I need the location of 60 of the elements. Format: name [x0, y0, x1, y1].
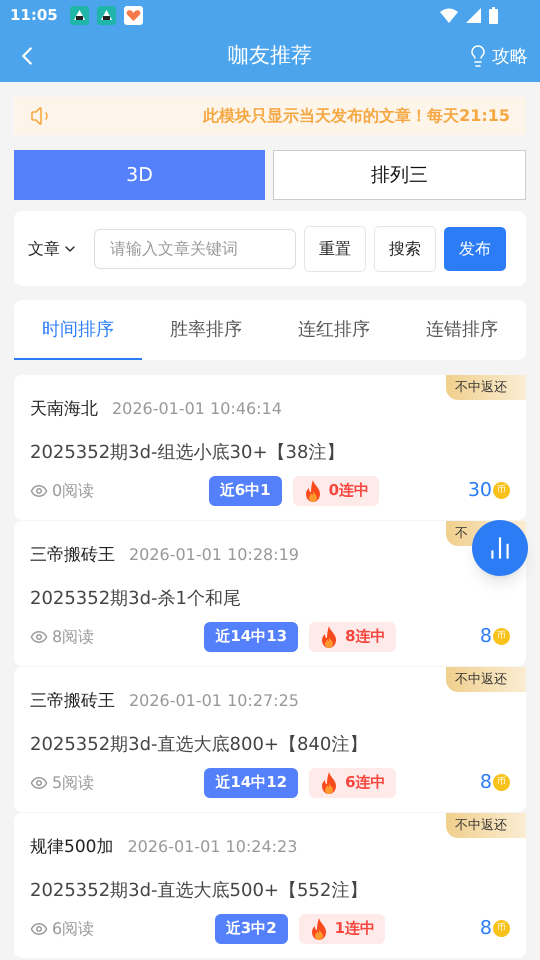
article-title: 2025352期3d-杀1个和尾 — [30, 586, 242, 610]
article-title: 2025352期3d-直选大底800+【840注】 — [30, 732, 368, 756]
app-icon — [124, 6, 143, 24]
clock: 11:05 — [10, 4, 58, 26]
keyword-field[interactable]: 请输入文章关键词 — [94, 228, 296, 268]
app-icon — [96, 6, 116, 24]
author-name: 天南海北 — [30, 398, 98, 421]
game-tab[interactable]: 3D — [14, 150, 265, 200]
article-card[interactable]: 不 三帝搬砖王 2026-01-01 10:28:19 2025352期3d-杀1个和尾 8阅读 近14中13 8连中 8 币 — [14, 521, 526, 666]
post-time: 2026-01-01 10:46:14 — [112, 398, 282, 420]
sort-tab[interactable]: 时间排序 — [14, 300, 142, 360]
article-card[interactable]: 不中返还 三帝搬砖王 2026-01-01 10:27:25 2025352期3d-直选大底800+【840注】 5阅读 近14中12 6连中 8 币 — [14, 667, 526, 812]
record-tag: 近14中12 — [204, 768, 298, 798]
notice-text: 此模块只显示当天发布的文章！每天21:15 — [203, 105, 510, 127]
sort-tab[interactable]: 胜率排序 — [142, 300, 270, 360]
page-title: 咖友推荐 — [228, 42, 312, 70]
coin-icon: 币 — [493, 920, 510, 937]
category-dropdown[interactable]: 文章 — [28, 236, 78, 260]
price: 30 — [468, 478, 492, 504]
author-name: 三帝搬砖王 — [30, 690, 115, 713]
price: 8 — [480, 916, 492, 942]
post-time: 2026-01-01 10:24:23 — [127, 836, 298, 858]
signal-icon — [466, 8, 481, 22]
search-panel-button[interactable]: 重置 — [304, 226, 366, 272]
badge-text: 不中返还 — [455, 378, 507, 397]
record-tag: 近3中2 — [214, 914, 288, 944]
read-count: 8阅读 — [52, 626, 94, 648]
author-name: 规律500加 — [30, 836, 114, 859]
author-name: 三帝搬砖王 — [30, 544, 115, 567]
coin-icon: 币 — [493, 628, 510, 645]
post-time: 2026-01-01 10:27:25 — [129, 690, 299, 712]
sort-tab[interactable]: 连红排序 — [270, 300, 398, 360]
badge-text: 不中返还 — [455, 816, 507, 835]
search-panel-button[interactable]: 发布 — [444, 226, 506, 270]
record-tag: 近14中13 — [204, 622, 298, 652]
read-count: 6阅读 — [52, 918, 94, 940]
article-card[interactable]: 不中返还 规律500加 2026-01-01 10:24:23 2025352期3d-直选大底500+【552注】 6阅读 近3中2 1连中 8 币 — [14, 813, 526, 958]
game-tab[interactable]: 排列三 — [273, 150, 526, 200]
record-tag: 近6中1 — [208, 476, 282, 506]
streak-tag: 8连中 — [309, 622, 396, 652]
streak-tag: 0连中 — [292, 476, 380, 506]
article-title: 2025352期3d-直选大底500+【552注】 — [30, 878, 368, 902]
streak-tag: 6连中 — [309, 768, 396, 798]
badge-text: 不 — [455, 524, 468, 543]
coin-icon: 币 — [493, 482, 510, 499]
search-panel-button[interactable]: 搜索 — [374, 226, 436, 272]
price: 8 — [480, 624, 492, 650]
app-icon — [70, 6, 89, 24]
coin-icon: 币 — [493, 774, 510, 791]
badge-text: 不中返还 — [455, 670, 507, 689]
article-title: 2025352期3d-组选小底30+【38注】 — [30, 440, 346, 464]
battery-icon — [489, 6, 498, 24]
post-time: 2026-01-01 10:28:19 — [129, 544, 299, 566]
wifi-icon — [440, 8, 458, 22]
read-count: 5阅读 — [52, 772, 94, 794]
read-count: 0阅读 — [52, 480, 94, 502]
article-card[interactable]: 不中返还 天南海北 2026-01-01 10:46:14 2025352期3d-组选小底30+【38注】 0阅读 近6中1 0连中 30 币 — [14, 375, 526, 520]
price: 8 — [480, 770, 492, 796]
streak-tag: 1连中 — [298, 914, 386, 944]
sort-tab[interactable]: 连错排序 — [398, 300, 526, 360]
